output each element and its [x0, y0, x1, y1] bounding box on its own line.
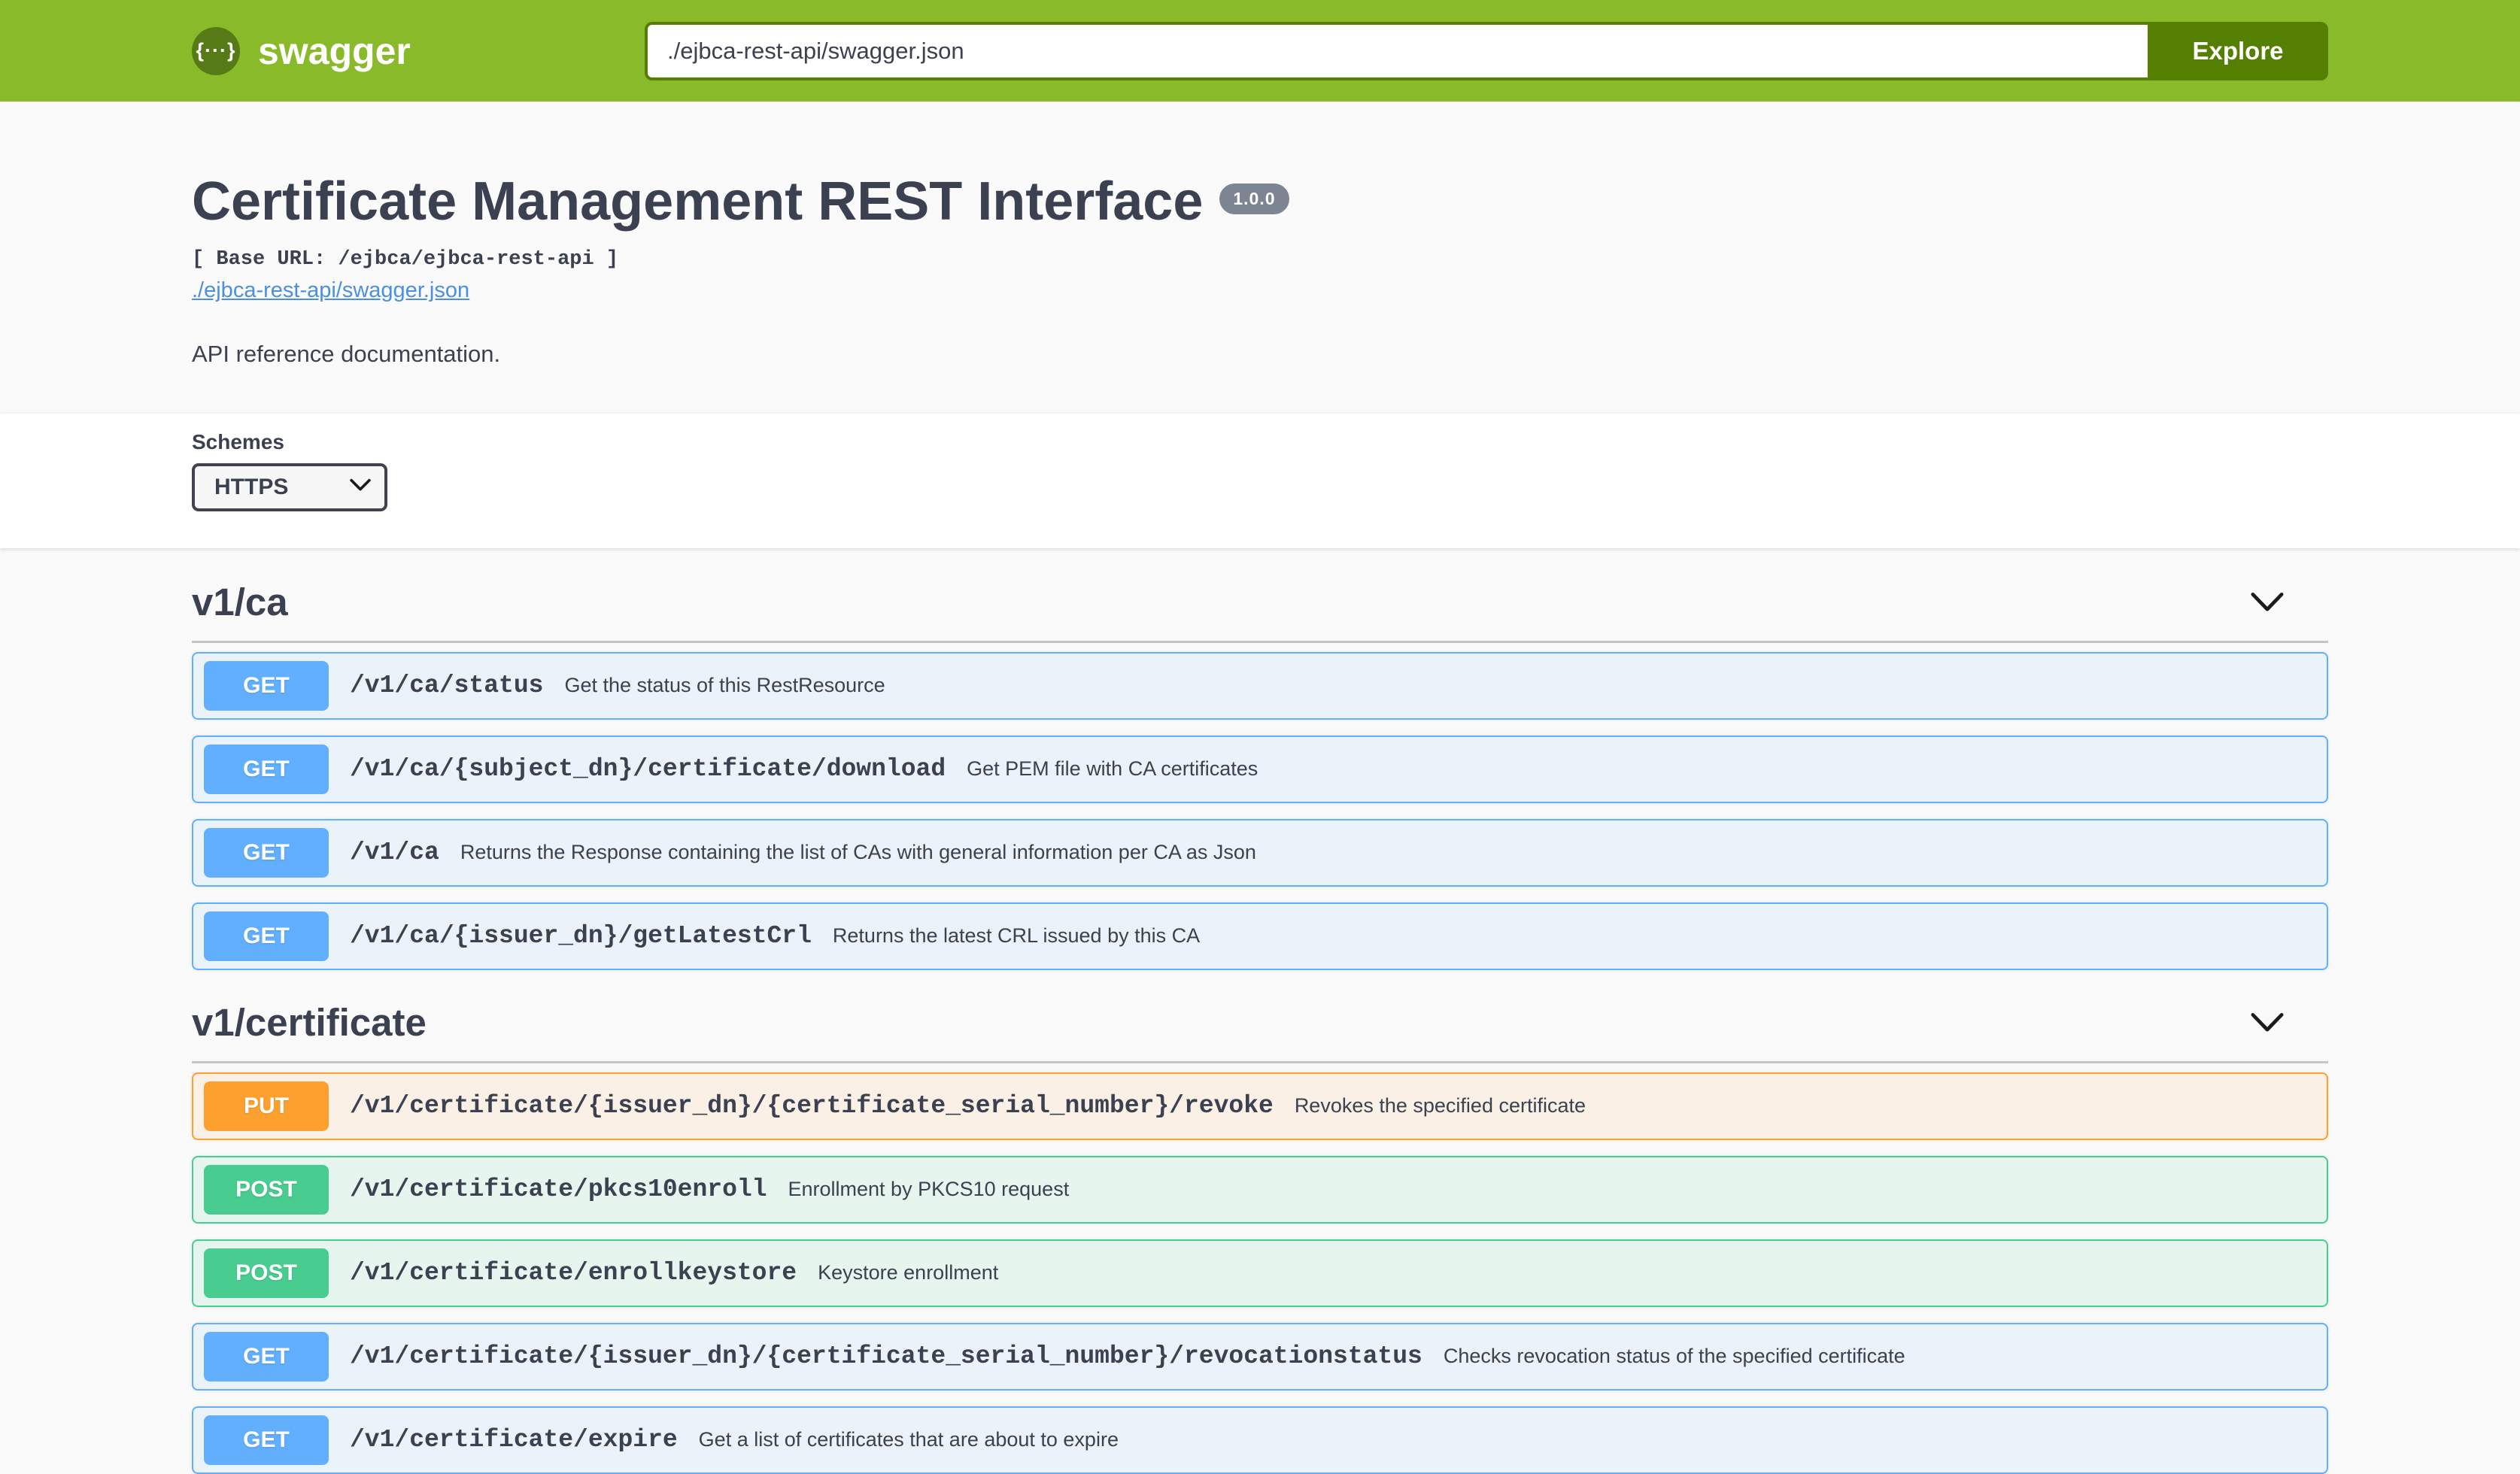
operation-description: Keystore enrollment [818, 1261, 998, 1284]
http-method-badge: GET [204, 745, 329, 794]
operation-row[interactable]: GET /v1/ca/{subject_dn}/certificate/down… [192, 735, 2328, 803]
operation-path[interactable]: /v1/ca [350, 839, 439, 866]
download-url-wrapper: Explore [645, 22, 2328, 80]
http-method-badge: GET [204, 828, 329, 878]
page-title: Certificate Management REST Interface 1.… [192, 173, 2328, 232]
swagger-logo-icon: {···} [192, 27, 240, 75]
operation-row[interactable]: GET /v1/ca/{issuer_dn}/getLatestCrl Retu… [192, 902, 2328, 970]
swagger-wordmark: swagger [258, 29, 411, 73]
swagger-logo: {···} swagger [192, 27, 411, 75]
chevron-down-icon[interactable] [2250, 592, 2285, 612]
chevron-down-icon [350, 478, 371, 492]
http-method-badge: GET [204, 661, 329, 711]
section-title: v1/certificate [192, 1000, 427, 1045]
section-title: v1/ca [192, 580, 288, 624]
operation-path[interactable]: /v1/certificate/enrollkeystore [350, 1259, 797, 1287]
http-method-badge: GET [204, 1332, 329, 1381]
api-section: v1/certificate PUT /v1/certificate/{issu… [192, 1000, 2328, 1474]
api-description: API reference documentation. [192, 341, 2328, 368]
api-title-text: Certificate Management REST Interface [192, 173, 1203, 232]
operation-row[interactable]: GET /v1/ca/status Get the status of this… [192, 652, 2328, 720]
operation-description: Revokes the specified certificate [1295, 1094, 1586, 1118]
topbar: {···} swagger Explore [0, 0, 2520, 102]
swagger-logo-glyph: {···} [196, 41, 236, 61]
operation-path[interactable]: /v1/certificate/{issuer_dn}/{certificate… [350, 1092, 1274, 1120]
operation-path[interactable]: /v1/ca/status [350, 672, 543, 699]
operation-row[interactable]: GET /v1/certificate/expire Get a list of… [192, 1406, 2328, 1474]
schemes-label: Schemes [192, 430, 2328, 454]
http-method-badge: PUT [204, 1081, 329, 1131]
operation-row[interactable]: GET /v1/certificate/{issuer_dn}/{certifi… [192, 1323, 2328, 1391]
info-section: Certificate Management REST Interface 1.… [0, 102, 2520, 413]
version-badge: 1.0.0 [1219, 183, 1289, 214]
operation-path[interactable]: /v1/certificate/{issuer_dn}/{certificate… [350, 1342, 1422, 1370]
base-url: [ Base URL: /ejbca/ejbca-rest-api ] [192, 248, 2328, 271]
operation-list: PUT /v1/certificate/{issuer_dn}/{certifi… [192, 1072, 2328, 1474]
operation-description: Get the status of this RestResource [564, 674, 885, 697]
operation-description: Returns the Response containing the list… [460, 841, 1256, 864]
operation-path[interactable]: /v1/certificate/expire [350, 1426, 678, 1454]
operation-row[interactable]: POST /v1/certificate/enrollkeystore Keys… [192, 1239, 2328, 1307]
operation-path[interactable]: /v1/ca/{issuer_dn}/getLatestCrl [350, 922, 812, 950]
http-method-badge: POST [204, 1165, 329, 1215]
http-method-badge: POST [204, 1248, 329, 1298]
operation-description: Checks revocation status of the specifie… [1444, 1345, 1905, 1368]
operation-description: Get PEM file with CA certificates [967, 757, 1258, 781]
operation-list: GET /v1/ca/status Get the status of this… [192, 652, 2328, 970]
scheme-container: Schemes HTTPS [0, 413, 2520, 548]
operation-row[interactable]: POST /v1/certificate/pkcs10enroll Enroll… [192, 1156, 2328, 1224]
explore-button[interactable]: Explore [2148, 22, 2328, 80]
operation-row[interactable]: PUT /v1/certificate/{issuer_dn}/{certifi… [192, 1072, 2328, 1140]
operation-description: Returns the latest CRL issued by this CA [833, 924, 1200, 948]
operations-list: v1/ca GET /v1/ca/status Get the status o… [192, 548, 2328, 1474]
scheme-select-wrap: HTTPS [192, 463, 387, 511]
spec-json-link[interactable]: ./ejbca-rest-api/swagger.json [192, 278, 469, 303]
scheme-selected-value: HTTPS [214, 475, 288, 500]
operation-description: Enrollment by PKCS10 request [788, 1178, 1070, 1201]
spec-url-input[interactable] [645, 22, 2148, 80]
http-method-badge: GET [204, 911, 329, 961]
api-section: v1/ca GET /v1/ca/status Get the status o… [192, 580, 2328, 970]
operation-row[interactable]: GET /v1/ca Returns the Response containi… [192, 819, 2328, 887]
operation-description: Get a list of certificates that are abou… [699, 1428, 1119, 1451]
chevron-down-icon[interactable] [2250, 1012, 2285, 1033]
section-header[interactable]: v1/certificate [192, 1000, 2328, 1063]
operation-path[interactable]: /v1/certificate/pkcs10enroll [350, 1175, 767, 1203]
section-header[interactable]: v1/ca [192, 580, 2328, 643]
http-method-badge: GET [204, 1415, 329, 1465]
operation-path[interactable]: /v1/ca/{subject_dn}/certificate/download [350, 755, 946, 783]
